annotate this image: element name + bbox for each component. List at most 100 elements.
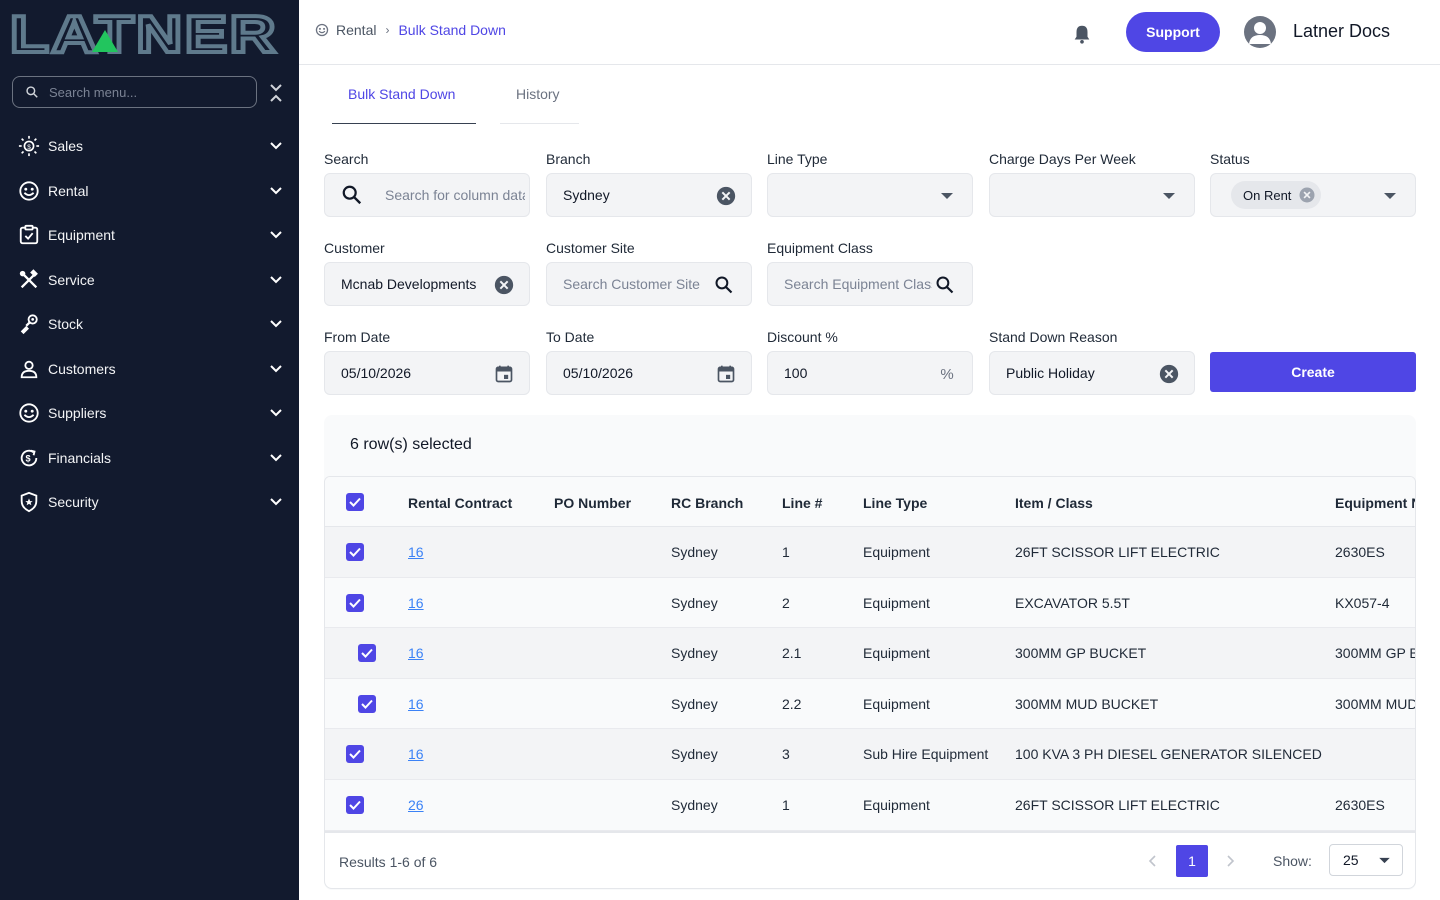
column-header[interactable]: Rental Contract <box>408 495 512 511</box>
sidebar-item-label: Service <box>48 271 95 288</box>
line-type-select[interactable] <box>767 173 973 217</box>
rental-contract-link[interactable]: 16 <box>408 595 424 611</box>
column-header[interactable]: Line Type <box>863 495 927 511</box>
clear-icon[interactable] <box>715 185 737 207</box>
chevron-down-icon <box>270 231 282 239</box>
column-header[interactable]: Item / Class <box>1015 495 1093 511</box>
row-checkbox[interactable] <box>346 543 364 561</box>
calendar-icon[interactable] <box>493 363 515 385</box>
sidebar-item-rental[interactable]: Rental <box>0 169 299 214</box>
calendar-icon[interactable] <box>715 363 737 385</box>
row-checkbox[interactable] <box>346 796 364 814</box>
user-name[interactable]: Latner Docs <box>1293 21 1390 42</box>
security-icon <box>18 491 40 513</box>
customer-site-input[interactable]: Search Customer Site <box>546 262 752 306</box>
suppliers-icon <box>18 402 40 424</box>
search-input[interactable]: Search for column data <box>324 173 530 217</box>
column-header[interactable]: PO Number <box>554 495 631 511</box>
rental-contract-link[interactable]: 26 <box>408 797 424 813</box>
table-row[interactable]: 16 Sydney 3 Sub Hire Equipment 100 KVA 3 PH … <box>325 729 1415 780</box>
sidebar-item-stock[interactable]: Stock <box>0 302 299 347</box>
equipment-number-cell: 2630ES <box>1335 544 1385 560</box>
row-checkbox[interactable] <box>346 593 364 612</box>
sidebar-item-customers[interactable]: Customers <box>0 347 299 392</box>
chevron-down-icon <box>270 187 282 195</box>
line-number-cell: 2.2 <box>782 695 802 712</box>
sidebar-item-financials[interactable]: $ Financials <box>0 436 299 481</box>
rc-branch-cell: Sydney <box>671 746 718 763</box>
status-chip-label: On Rent <box>1243 187 1292 203</box>
menu-search-input[interactable]: Search menu... <box>12 76 257 108</box>
tab-history[interactable]: History <box>500 80 579 124</box>
table-row[interactable]: 16 Sydney 1 Equipment 26FT SCISSOR LIFT ELEC… <box>325 527 1415 578</box>
latner-logo[interactable]: LATNER <box>10 12 280 56</box>
rental-contract-link[interactable]: 16 <box>408 746 424 762</box>
remove-chip-icon[interactable] <box>1297 185 1317 205</box>
rental-contract-link[interactable]: 16 <box>408 696 424 712</box>
page-size-select[interactable]: 25 <box>1329 844 1403 876</box>
to-date-input[interactable]: 05/10/2026 <box>546 351 752 395</box>
column-header[interactable]: RC Branch <box>671 495 743 511</box>
branch-select[interactable]: Sydney <box>546 173 752 217</box>
discount-input[interactable]: 100 % <box>767 351 973 395</box>
table-footer: Results 1-6 of 6 1 Show: 25 <box>324 832 1416 889</box>
create-button[interactable]: Create <box>1210 352 1416 392</box>
clear-icon[interactable] <box>1158 363 1180 385</box>
stand-down-reason-select[interactable]: Public Holiday <box>989 351 1195 395</box>
next-page-icon[interactable] <box>1222 853 1238 869</box>
table-row[interactable]: 16 Sydney 2 Equipment EXCAVATOR 5.5T KX057-4 <box>325 577 1415 629</box>
search-icon[interactable] <box>713 274 735 296</box>
from-date-input[interactable]: 05/10/2026 <box>324 351 530 395</box>
dropdown-arrow-icon <box>1158 185 1180 207</box>
breadcrumb-current[interactable]: Bulk Stand Down <box>398 22 505 38</box>
stand-down-reason-value: Public Holiday <box>1006 365 1095 381</box>
equipment-icon <box>18 224 40 246</box>
page-button-current[interactable]: 1 <box>1176 845 1208 877</box>
equipment-number-cell: 300MM GP BUCKET <box>1335 645 1415 662</box>
row-checkbox[interactable] <box>358 694 376 713</box>
column-header[interactable]: Line # <box>782 495 822 511</box>
clear-icon[interactable] <box>493 274 515 296</box>
support-button[interactable]: Support <box>1126 12 1220 52</box>
sidebar-item-sales[interactable]: $ Sales <box>0 124 299 169</box>
breadcrumb-rental[interactable]: Rental <box>336 22 376 38</box>
notification-bell-icon[interactable] <box>1071 23 1093 45</box>
sidebar-item-equipment[interactable]: Equipment <box>0 213 299 258</box>
equipment-class-placeholder: Search Equipment Class <box>784 276 932 292</box>
rc-branch-cell: Sydney <box>671 695 718 712</box>
results-table[interactable]: Rental Contract PO Number RC Branch Line… <box>324 476 1416 832</box>
table-row[interactable]: 16 Sydney 2.1 Equipment 300MM GP BUCKET 300MM… <box>325 628 1415 679</box>
line-type-cell: Equipment <box>863 797 930 813</box>
select-all-checkbox[interactable] <box>346 493 364 511</box>
collapse-sidebar-icon[interactable] <box>268 82 284 104</box>
rc-branch-cell: Sydney <box>671 645 718 662</box>
column-header[interactable]: Equipment No. <box>1335 495 1415 511</box>
sidebar-item-suppliers[interactable]: Suppliers <box>0 391 299 436</box>
menu-search-placeholder: Search menu... <box>49 84 138 100</box>
rental-contract-link[interactable]: 16 <box>408 544 424 560</box>
line-number-cell: 1 <box>782 544 790 560</box>
to-date-label: To Date <box>546 329 595 345</box>
rental-contract-link[interactable]: 16 <box>408 645 424 661</box>
page-tabs: Bulk Stand Down History <box>332 80 579 124</box>
previous-page-icon[interactable] <box>1145 853 1161 869</box>
sidebar-item-service[interactable]: Service <box>0 258 299 303</box>
avatar[interactable] <box>1244 16 1276 48</box>
chevron-down-icon <box>270 365 282 373</box>
equipment-class-input[interactable]: Search Equipment Class <box>767 262 973 306</box>
customers-icon <box>18 358 40 380</box>
status-select[interactable]: On Rent <box>1210 173 1416 217</box>
sidebar-item-security[interactable]: Security <box>0 480 299 525</box>
service-icon <box>18 268 40 291</box>
table-row[interactable]: 26 Sydney 1 Equipment 26FT SCISSOR LIFT ELEC… <box>325 780 1415 831</box>
row-checkbox[interactable] <box>358 644 376 663</box>
table-row[interactable]: 16 Sydney 2.2 Equipment 300MM MUD BUCKET 300M… <box>325 678 1415 730</box>
status-chip: On Rent <box>1231 181 1322 209</box>
rc-branch-cell: Sydney <box>671 797 718 813</box>
customer-site-placeholder: Search Customer Site <box>563 276 700 292</box>
search-icon[interactable] <box>934 274 956 296</box>
row-checkbox[interactable] <box>346 745 364 764</box>
charge-days-select[interactable] <box>989 173 1195 217</box>
customer-select[interactable]: Mcnab Developments <box>324 262 530 306</box>
tab-bulk-stand-down[interactable]: Bulk Stand Down <box>332 80 476 124</box>
